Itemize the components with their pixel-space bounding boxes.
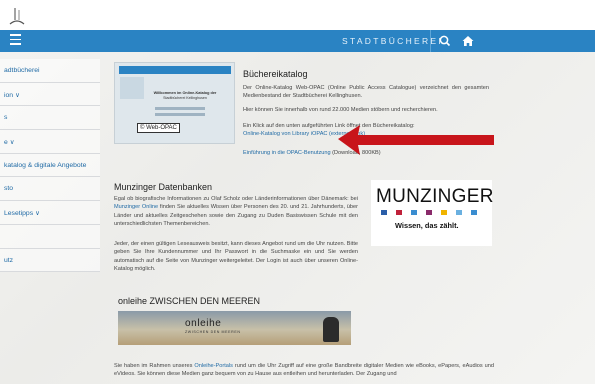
menu-icon[interactable] <box>10 34 24 48</box>
thumb-field <box>155 113 205 116</box>
thumb-image <box>120 77 144 99</box>
sidebar-item-label: utz <box>4 256 14 264</box>
chevron-down-icon: ∨ <box>15 91 20 99</box>
logo-dot <box>396 210 402 215</box>
logo-dot <box>471 210 477 215</box>
catalog-paragraph-1: Der Online-Katalog Web-OPAC (Online Publ… <box>243 85 489 100</box>
onleihe-portal-link[interactable]: Onleihe-Portals <box>194 363 233 369</box>
logo-dot <box>411 210 417 215</box>
sidebar-item[interactable]: e ∨ <box>0 130 100 154</box>
search-icon[interactable] <box>438 34 452 48</box>
thumb-subtitle: Stadtbücherei Kellinghusen <box>163 96 207 100</box>
sidebar-item-label: sto <box>4 185 14 193</box>
top-strip <box>0 0 595 30</box>
munzinger-heading: Munzinger Datenbanken <box>114 182 213 192</box>
catalog-screenshot-thumbnail[interactable]: Willkommen im Online-Katalog der Stadtbü… <box>114 62 235 144</box>
web-opac-badge: © Web-OPAC <box>137 123 180 133</box>
munzinger-online-link[interactable]: Munzinger Online <box>114 204 158 210</box>
sidebar-item-label: s <box>4 114 8 122</box>
chevron-down-icon: ∨ <box>35 210 40 218</box>
red-arrow-annotation <box>338 125 494 155</box>
logo-dot <box>426 210 432 215</box>
sidebar-item[interactable]: sto <box>0 177 100 202</box>
munzinger-paragraph-2: Jeder, der einen gültigen Leseausweis be… <box>114 241 358 272</box>
munzinger-logo-word: MUNZINGER <box>376 186 494 207</box>
sidebar-item[interactable]: utz <box>0 249 100 273</box>
munzinger-paragraph-1: Egal ob biografische Informationen zu Ol… <box>114 195 358 228</box>
chevron-down-icon: ∨ <box>9 139 15 147</box>
sidebar-nav: adtbücherei ion ∨ s e ∨ katalog & digitale Ang… <box>0 59 100 273</box>
sidebar-item[interactable]: ion ∨ <box>0 83 100 107</box>
sidebar-item[interactable]: s <box>0 106 100 131</box>
sidebar-item[interactable]: katalog & digitale Angebote <box>0 154 100 178</box>
brand-title[interactable]: STADTBÜCHEREI <box>342 36 443 46</box>
thumb-field <box>155 107 205 110</box>
sidebar-item-label: adtbücherei <box>4 67 40 74</box>
thumb-title: Willkommen im Online-Katalog der <box>153 91 217 95</box>
opac-intro-link[interactable]: Einführung in die OPAC-Benutzung <box>243 150 331 156</box>
sidebar-item[interactable]: Lesetipps ∨ <box>0 201 100 225</box>
nav-divider <box>430 30 431 52</box>
logo-dot <box>441 210 447 215</box>
logo-dot <box>381 210 387 215</box>
sidebar-item[interactable]: adtbücherei <box>0 59 100 83</box>
thumb-header-bar <box>119 66 231 74</box>
home-icon[interactable] <box>461 34 475 48</box>
catalog-heading: Büchereikatalog <box>243 69 308 79</box>
onleihe-banner[interactable]: onleihe ZWISCHEN DEN MEEREN <box>118 311 351 345</box>
sidebar-item-label: katalog & digitale Angebote <box>4 161 87 169</box>
onleihe-banner-word: onleihe <box>185 318 222 329</box>
logo-dot <box>456 210 462 215</box>
munzinger-text-a: Egal ob biografische Informationen zu Ol… <box>114 196 358 202</box>
sidebar-item-label: ion <box>4 91 14 99</box>
catalog-paragraph-2: Hier können Sie innerhalb von rund 22.00… <box>243 107 438 113</box>
main-navbar: STADTBÜCHEREI <box>0 30 595 52</box>
munzinger-slogan: Wissen, das zählt. <box>395 221 459 230</box>
sidebar-item-label: Lesetipps <box>4 210 34 218</box>
sidebar-item[interactable] <box>0 225 100 249</box>
sidebar-item-label: e <box>4 139 8 147</box>
onleihe-text-a: Sie haben im Rahmen unseres <box>114 363 195 369</box>
munzinger-logo[interactable]: MUNZINGER Wissen, das zählt. <box>371 180 494 246</box>
munzinger-logo-dots <box>381 210 481 216</box>
onleihe-paragraph: Sie haben im Rahmen unseres Onleihe-Port… <box>114 362 494 379</box>
banner-person-figure <box>323 317 339 342</box>
onleihe-banner-subtitle: ZWISCHEN DEN MEEREN <box>185 330 241 334</box>
logo-icon[interactable] <box>6 6 28 28</box>
onleihe-heading: onleihe ZWISCHEN DEN MEEREN <box>118 296 261 306</box>
